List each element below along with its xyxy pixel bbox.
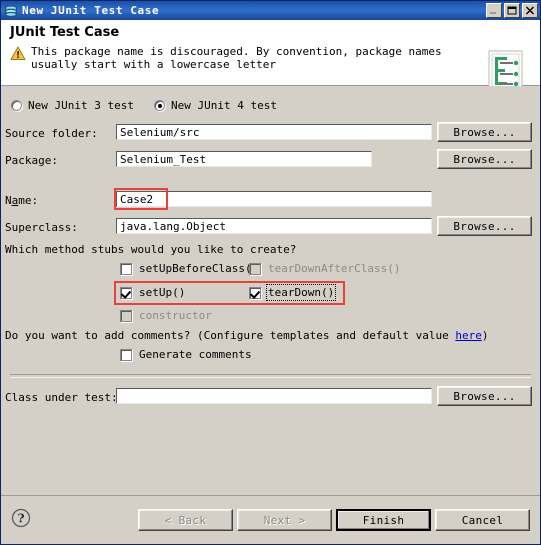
- cancel-button[interactable]: Cancel: [435, 509, 530, 531]
- status-message-row: This package name is discouraged. By con…: [10, 45, 532, 71]
- footer-buttons: < Back Next > Finish Cancel: [138, 509, 530, 531]
- superclass-input[interactable]: java.lang.Object: [116, 218, 432, 234]
- junit4-radio-row[interactable]: New JUnit 4 test: [154, 99, 277, 112]
- name-input[interactable]: Case2: [116, 191, 432, 207]
- name-label: Name:: [5, 194, 39, 207]
- new-junit-test-case-dialog: New JUnit Test Case JUnit Test Case This…: [0, 0, 541, 545]
- wizard-header: JUnit Test Case This package name is dis…: [1, 20, 540, 93]
- setup-before-class-row[interactable]: setUpBeforeClass(): [120, 262, 258, 275]
- junit3-radio[interactable]: [11, 100, 22, 111]
- source-folder-input[interactable]: Selenium/src: [116, 124, 432, 140]
- close-button[interactable]: [522, 3, 538, 18]
- constructor-label: constructor: [139, 309, 212, 322]
- setup-before-class-checkbox[interactable]: [120, 262, 132, 275]
- teardown-after-class-checkbox: [249, 262, 261, 275]
- constructor-checkbox: [120, 309, 132, 322]
- class-under-test-browse-button[interactable]: Browse...: [437, 386, 532, 406]
- source-folder-label: Source folder:: [5, 127, 98, 140]
- setup-row[interactable]: setUp(): [120, 286, 185, 299]
- minimize-button[interactable]: [486, 3, 502, 18]
- constructor-row: constructor: [120, 309, 212, 322]
- setup-checkbox[interactable]: [120, 286, 132, 299]
- finish-button-label: Finish: [338, 511, 429, 529]
- generate-comments-checkbox[interactable]: [120, 348, 132, 361]
- junit3-radio-label: New JUnit 3 test: [28, 99, 134, 112]
- junit4-radio[interactable]: [154, 100, 165, 111]
- finish-button[interactable]: Finish: [336, 509, 431, 531]
- teardown-row[interactable]: tearDown(): [249, 284, 337, 301]
- superclass-browse-button[interactable]: Browse...: [437, 216, 532, 236]
- teardown-label: tearDown(): [265, 284, 337, 301]
- maximize-button[interactable]: [504, 3, 520, 18]
- source-folder-browse-button[interactable]: Browse...: [437, 122, 532, 142]
- window-controls: [486, 3, 538, 18]
- comments-prompt-before: Do you want to add comments? (Configure …: [5, 329, 456, 342]
- setup-before-class-label: setUpBeforeClass(): [139, 262, 259, 275]
- teardown-after-class-row: tearDownAfterClass(): [249, 262, 400, 275]
- title-bar: New JUnit Test Case: [1, 1, 540, 20]
- warning-icon: [10, 46, 26, 65]
- wizard-body: New JUnit 3 test New JUnit 4 test Source…: [1, 86, 540, 515]
- package-label: Package:: [5, 154, 58, 167]
- status-message: This package name is discouraged. By con…: [31, 45, 442, 71]
- class-under-test-input[interactable]: [116, 388, 432, 404]
- configure-templates-link[interactable]: here: [455, 329, 482, 342]
- comments-prompt: Do you want to add comments? (Configure …: [5, 329, 488, 342]
- teardown-checkbox[interactable]: [249, 286, 261, 299]
- package-input[interactable]: Selenium_Test: [116, 151, 372, 167]
- class-under-test-label: Class under test:: [5, 391, 118, 404]
- package-browse-button[interactable]: Browse...: [437, 149, 532, 169]
- wizard-footer: ? < Back Next > Finish Cancel: [1, 495, 540, 544]
- next-button[interactable]: Next >: [237, 509, 332, 531]
- generate-comments-row[interactable]: Generate comments: [120, 348, 252, 361]
- junit3-radio-row[interactable]: New JUnit 3 test: [11, 99, 134, 112]
- page-title: JUnit Test Case: [10, 25, 120, 40]
- junit4-radio-label: New JUnit 4 test: [171, 99, 277, 112]
- help-button[interactable]: ?: [11, 508, 31, 532]
- title-bar-text: New JUnit Test Case: [22, 4, 160, 17]
- teardown-after-class-label: tearDownAfterClass(): [268, 262, 401, 275]
- junit-wizard-icon: [4, 4, 18, 18]
- generate-comments-label: Generate comments: [139, 348, 252, 361]
- section-divider: [10, 374, 531, 378]
- comments-prompt-after: ): [481, 329, 489, 342]
- setup-label: setUp(): [139, 286, 186, 299]
- superclass-label: Superclass:: [5, 221, 78, 234]
- method-stubs-prompt: Which method stubs would you like to cre…: [5, 243, 297, 256]
- back-button[interactable]: < Back: [138, 509, 233, 531]
- svg-text:?: ?: [17, 512, 24, 526]
